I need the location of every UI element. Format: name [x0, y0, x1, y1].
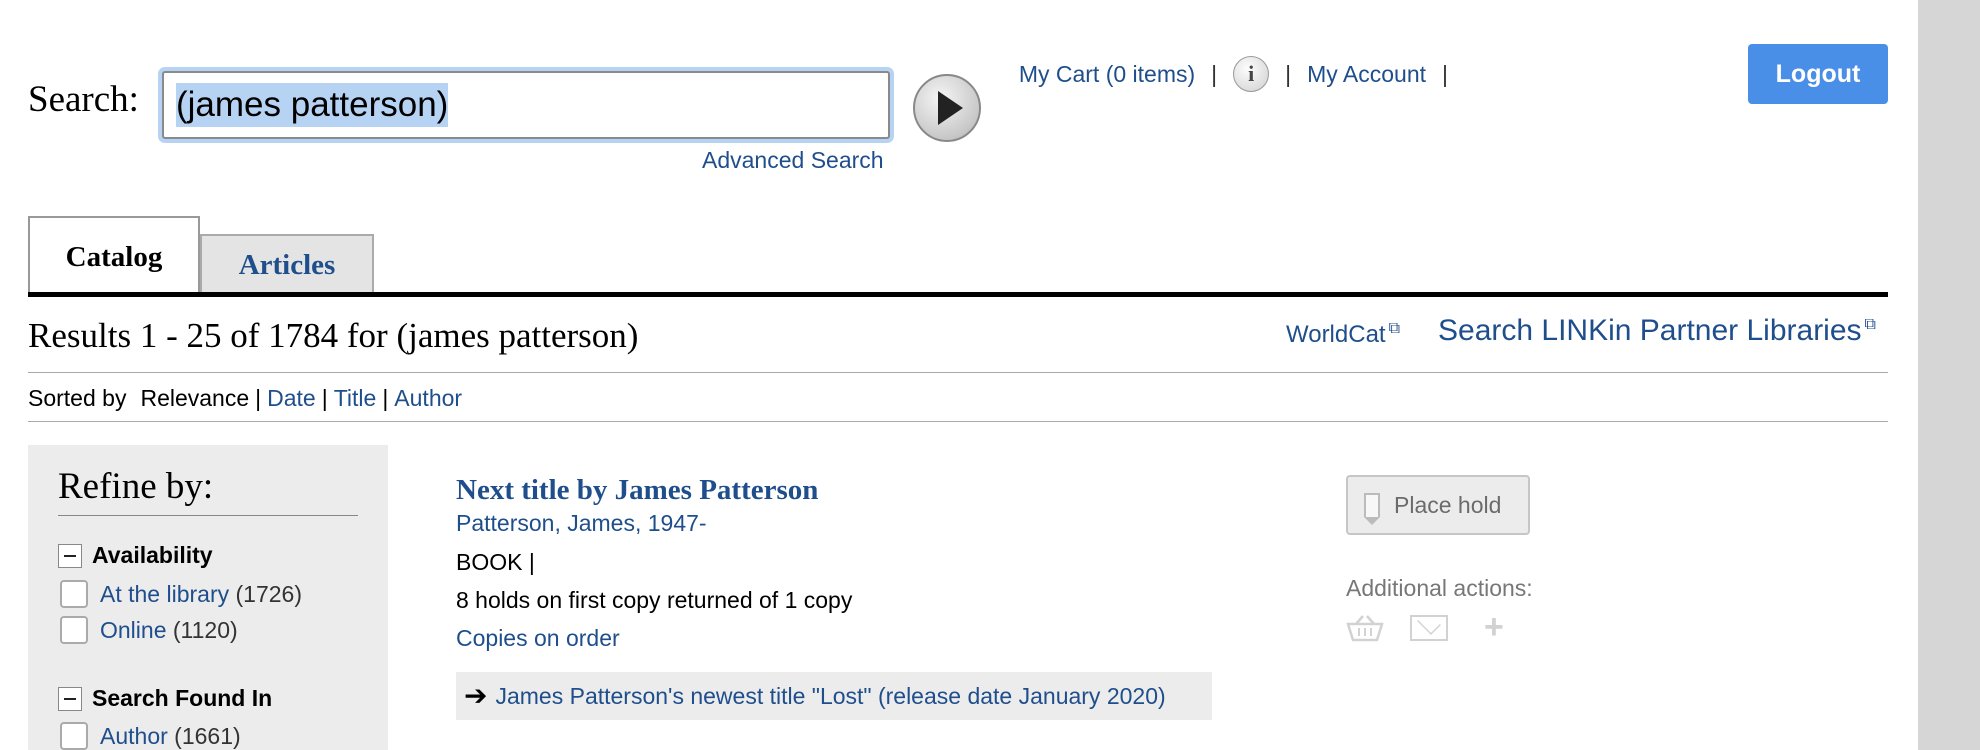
collapse-icon[interactable] [58, 543, 82, 568]
checkbox[interactable] [60, 616, 88, 644]
facet-item-count: (1726) [235, 580, 302, 607]
search-input-value: (james patterson) [176, 83, 449, 127]
result-holds: 8 holds on first copy returned of 1 copy [456, 587, 853, 613]
external-link-icon: ⧉ [1864, 316, 1876, 333]
facet-item-label[interactable]: Author [100, 723, 168, 749]
result-title-link[interactable]: Next title by James Patterson [456, 474, 818, 507]
facet-item-count: (1661) [174, 722, 241, 749]
facet-item-label[interactable]: At the library [100, 581, 229, 607]
place-hold-button[interactable]: Place hold [1346, 475, 1530, 535]
checkbox[interactable] [60, 722, 88, 750]
sort-current: Relevance [140, 385, 250, 411]
advanced-search-link[interactable]: Advanced Search [702, 147, 884, 174]
basket-icon[interactable] [1346, 614, 1384, 642]
facet-availability-header[interactable]: Availability [58, 542, 213, 569]
email-icon[interactable] [1410, 614, 1448, 641]
tab-divider [28, 292, 1888, 297]
facet-item-author[interactable]: Author (1661) [60, 722, 241, 750]
additional-actions-label: Additional actions: [1346, 575, 1533, 601]
refine-divider [58, 515, 358, 516]
sort-separator: | [321, 385, 328, 411]
nav-separator: | [1211, 60, 1218, 87]
partner-libraries-label: Search LINKin Partner Libraries [1438, 314, 1862, 347]
tab-catalog[interactable]: Catalog [28, 216, 200, 296]
refine-title: Refine by: [58, 466, 214, 507]
sort-separator: | [382, 385, 389, 411]
play-icon [937, 91, 963, 125]
divider [28, 421, 1888, 422]
checkbox[interactable] [60, 580, 88, 608]
collapse-icon[interactable] [58, 686, 82, 711]
logout-button[interactable]: Logout [1748, 44, 1888, 104]
info-icon[interactable]: i [1233, 56, 1270, 92]
external-link-icon: ⧉ [1388, 320, 1401, 337]
sort-date-link[interactable]: Date [267, 385, 316, 412]
arrow-right-icon: ➔ [464, 680, 488, 711]
worldcat-link[interactable]: WorldCat ⧉ [1286, 320, 1400, 349]
result-note[interactable]: ➔ James Patterson's newest title "Lost" … [456, 672, 1212, 720]
facet-item-online[interactable]: Online (1120) [60, 616, 238, 644]
sort-author-link[interactable]: Author [394, 385, 462, 412]
worldcat-label: WorldCat [1286, 321, 1386, 348]
nav-separator: | [1442, 60, 1448, 87]
facet-heading: Availability [92, 542, 213, 568]
facet-search-found-in-header[interactable]: Search Found In [58, 685, 272, 712]
top-nav: My Cart (0 items) | i | My Account | [1019, 56, 1448, 92]
my-account-link[interactable]: My Account [1307, 61, 1426, 88]
partner-libraries-link[interactable]: Search LINKin Partner Libraries ⧉ [1438, 314, 1876, 348]
my-cart-link[interactable]: My Cart (0 items) [1019, 61, 1195, 88]
results-heading: Results 1 - 25 of 1784 for (james patter… [28, 316, 639, 355]
search-input[interactable]: (james patterson) [162, 71, 890, 139]
result-note-link[interactable]: James Patterson's newest title "Lost" (r… [495, 683, 1165, 710]
place-hold-label: Place hold [1394, 491, 1502, 518]
sort-bar: Sorted by Relevance | Date | Title | Aut… [28, 385, 462, 412]
copies-on-order-link[interactable]: Copies on order [456, 625, 620, 652]
sort-label: Sorted by [28, 385, 127, 411]
sort-title-link[interactable]: Title [334, 385, 377, 412]
result-author-link[interactable]: Patterson, James, 1947- [456, 510, 707, 537]
facet-heading: Search Found In [92, 685, 273, 711]
search-label: Search: [28, 79, 139, 120]
sort-separator: | [255, 385, 262, 411]
additional-actions: + [1346, 608, 1504, 647]
add-to-list-icon[interactable]: + [1484, 608, 1504, 647]
search-submit-button[interactable] [913, 74, 981, 142]
page-gutter [1918, 0, 1980, 750]
bookmark-icon [1364, 493, 1380, 525]
divider [28, 372, 1888, 373]
nav-separator: | [1285, 60, 1292, 87]
facet-item-label[interactable]: Online [100, 617, 166, 643]
tab-articles[interactable]: Articles [200, 234, 374, 294]
facet-item-count: (1120) [172, 616, 238, 643]
result-format: BOOK | [456, 549, 535, 575]
facet-item-at-the-library[interactable]: At the library (1726) [60, 580, 302, 608]
refine-sidebar: Refine by: Availability At the library (… [28, 445, 388, 750]
